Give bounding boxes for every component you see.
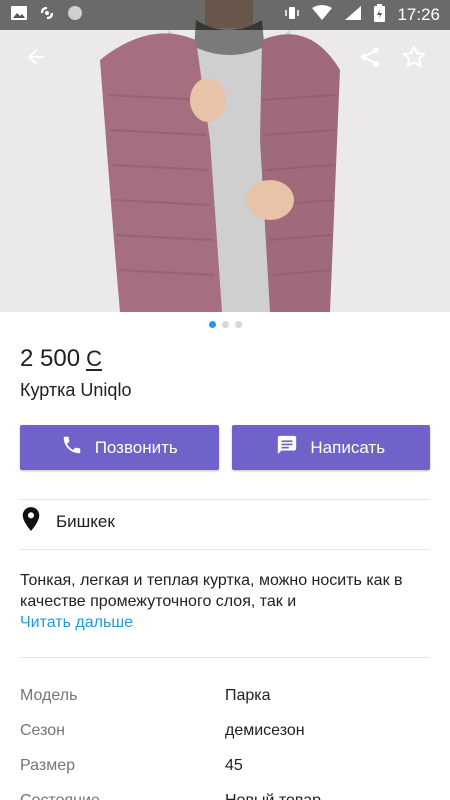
vibrate-icon xyxy=(284,5,300,26)
contact-actions: Позвонить Написать xyxy=(20,425,430,470)
message-button-label: Написать xyxy=(310,437,386,457)
pager-dot[interactable] xyxy=(208,321,216,328)
status-time: 17:26 xyxy=(397,5,440,24)
spec-value: демисезон xyxy=(225,721,305,739)
spec-value: Парка xyxy=(225,686,271,704)
divider xyxy=(20,657,430,658)
divider xyxy=(20,499,430,500)
battery-icon xyxy=(374,3,386,27)
pager-dot[interactable] xyxy=(234,321,242,328)
spec-row: Состояние Новый товар xyxy=(20,783,430,800)
location-city: Бишкек xyxy=(56,511,115,531)
signal-icon xyxy=(344,5,362,26)
spec-label: Сезон xyxy=(20,721,65,739)
spec-row: Сезон демисезон xyxy=(20,713,430,748)
location-pin-icon xyxy=(20,506,42,537)
spec-label: Модель xyxy=(20,686,78,704)
wifi-icon xyxy=(312,4,333,26)
gallery-pager xyxy=(0,321,450,328)
cloud-sync-icon xyxy=(38,4,56,27)
spec-row: Размер 45 xyxy=(20,748,430,783)
spec-value: 45 xyxy=(225,756,243,774)
back-arrow-icon xyxy=(24,45,48,74)
price-amount: 2 500 xyxy=(20,345,81,372)
app-bar xyxy=(0,30,450,88)
share-icon xyxy=(358,45,382,74)
spec-row: Модель Парка xyxy=(20,678,430,713)
specs-table: Модель Парка Сезон демисезон Размер 45 С… xyxy=(20,678,430,800)
description-text: Тонкая, легкая и теплая куртка, можно но… xyxy=(20,572,403,610)
spec-label: Состояние xyxy=(20,791,100,800)
price: 2 500 С xyxy=(20,345,102,373)
spec-label: Размер xyxy=(20,756,75,774)
back-button[interactable] xyxy=(14,37,58,81)
read-more-link[interactable]: Читать дальше xyxy=(20,612,430,633)
star-icon xyxy=(401,44,427,75)
status-bar: 17:26 xyxy=(0,0,450,30)
message-button[interactable]: Написать xyxy=(231,425,430,470)
description: Тонкая, легкая и теплая куртка, можно но… xyxy=(20,570,430,633)
listing-title: Куртка Uniqlo xyxy=(20,380,132,400)
currency-symbol: С xyxy=(86,346,102,371)
call-button-label: Позвонить xyxy=(94,437,178,457)
circle-icon xyxy=(66,4,84,27)
image-icon xyxy=(10,5,28,26)
phone-icon xyxy=(61,434,83,461)
pager-dot[interactable] xyxy=(221,321,229,328)
spec-value: Новый товар xyxy=(225,791,321,800)
share-button[interactable] xyxy=(348,37,392,81)
favorite-button[interactable] xyxy=(392,37,436,81)
divider xyxy=(20,549,430,550)
call-button[interactable]: Позвонить xyxy=(20,425,219,470)
location-row[interactable]: Бишкек xyxy=(20,506,115,537)
chat-icon xyxy=(276,434,298,461)
